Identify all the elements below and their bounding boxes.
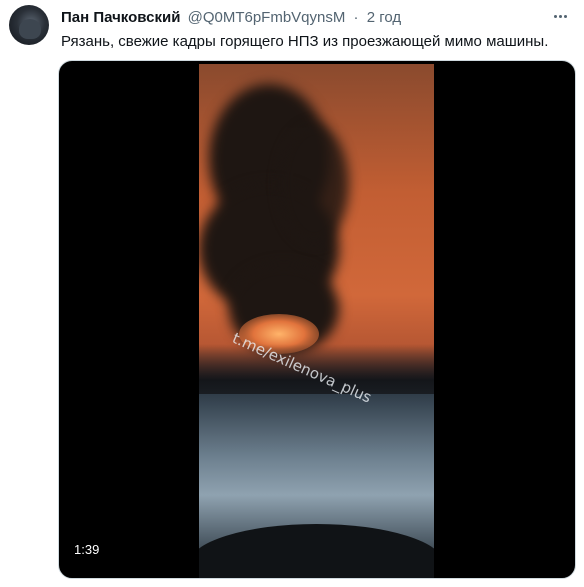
- video-frame: t.me/exilenova_plus: [199, 64, 434, 578]
- author-handle[interactable]: @Q0MT6pFmbVqynsM: [188, 9, 346, 26]
- avatar[interactable]: [9, 5, 49, 45]
- tweet-header: Пан Пачковский @Q0MT6pFmbVqynsM · 2 год: [61, 9, 401, 27]
- video-duration-badge: 1:39: [68, 540, 106, 560]
- video-player[interactable]: t.me/exilenova_plus 1:39: [58, 60, 576, 579]
- tweet-text: Рязань, свежие кадры горящего НПЗ из про…: [61, 33, 549, 50]
- more-options-icon[interactable]: [548, 6, 572, 26]
- avatar-photo-icon: [19, 19, 41, 39]
- tweet-timestamp[interactable]: 2 год: [367, 9, 401, 26]
- author-name[interactable]: Пан Пачковский: [61, 9, 180, 26]
- tweet: Пан Пачковский @Q0MT6pFmbVqynsM · 2 год …: [0, 0, 584, 587]
- header-separator: ·: [353, 9, 359, 26]
